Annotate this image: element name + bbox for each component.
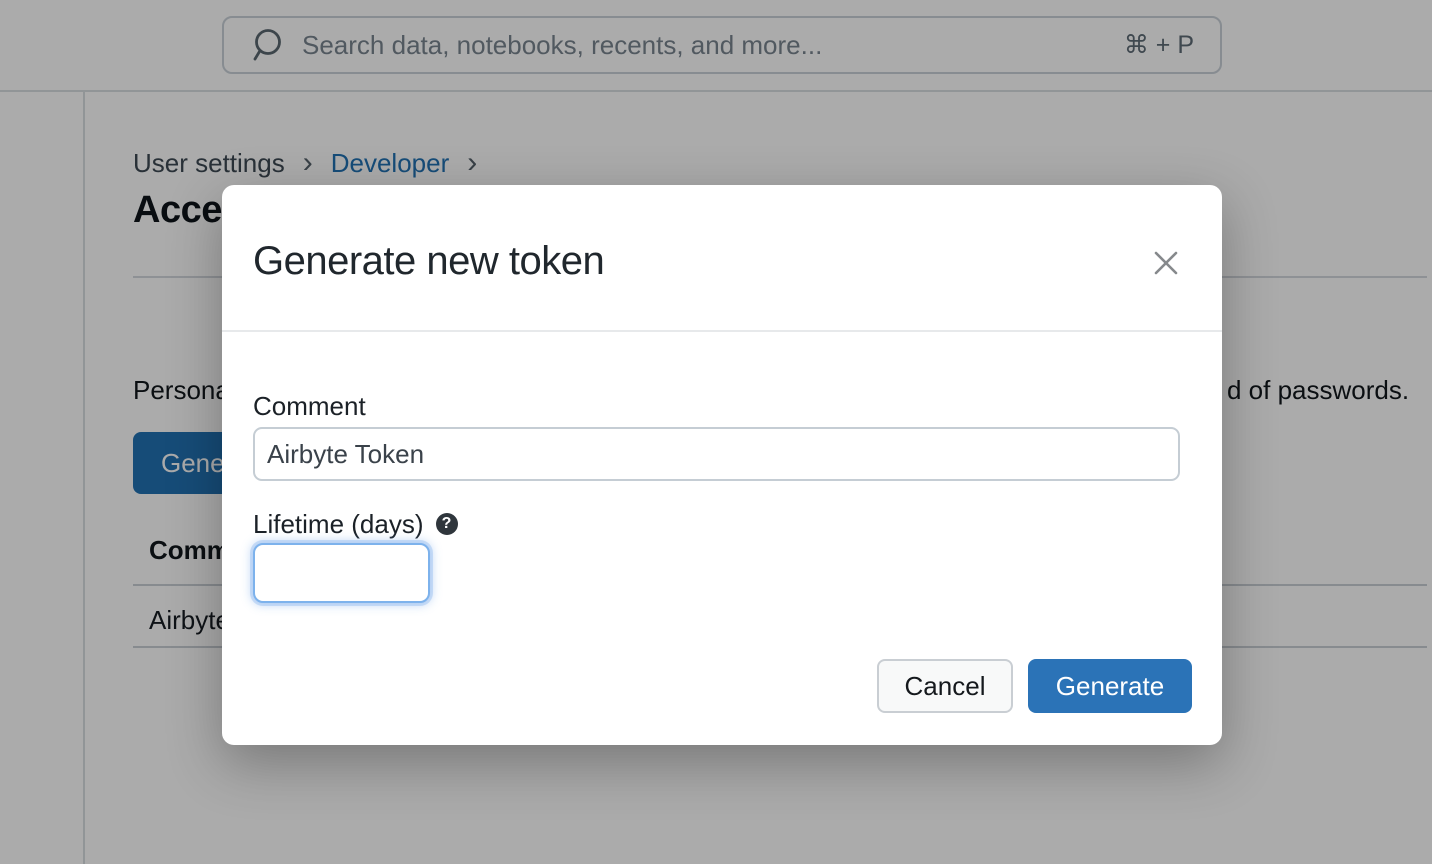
close-button[interactable] — [1150, 247, 1182, 279]
cancel-button[interactable]: Cancel — [877, 659, 1013, 713]
lifetime-field-label-row: Lifetime (days) ? — [253, 509, 458, 539]
help-icon[interactable]: ? — [436, 513, 458, 535]
dialog-title: Generate new token — [253, 237, 604, 285]
lifetime-input[interactable] — [253, 543, 430, 603]
generate-button[interactable]: Generate — [1028, 659, 1192, 713]
comment-input[interactable] — [253, 427, 1180, 481]
comment-field-label: Comment — [253, 391, 366, 421]
dialog-header-divider — [222, 330, 1222, 332]
generate-token-dialog: Generate new token Comment Lifetime (day… — [222, 185, 1222, 745]
close-icon — [1152, 249, 1180, 277]
lifetime-field-label: Lifetime (days) — [253, 509, 424, 539]
